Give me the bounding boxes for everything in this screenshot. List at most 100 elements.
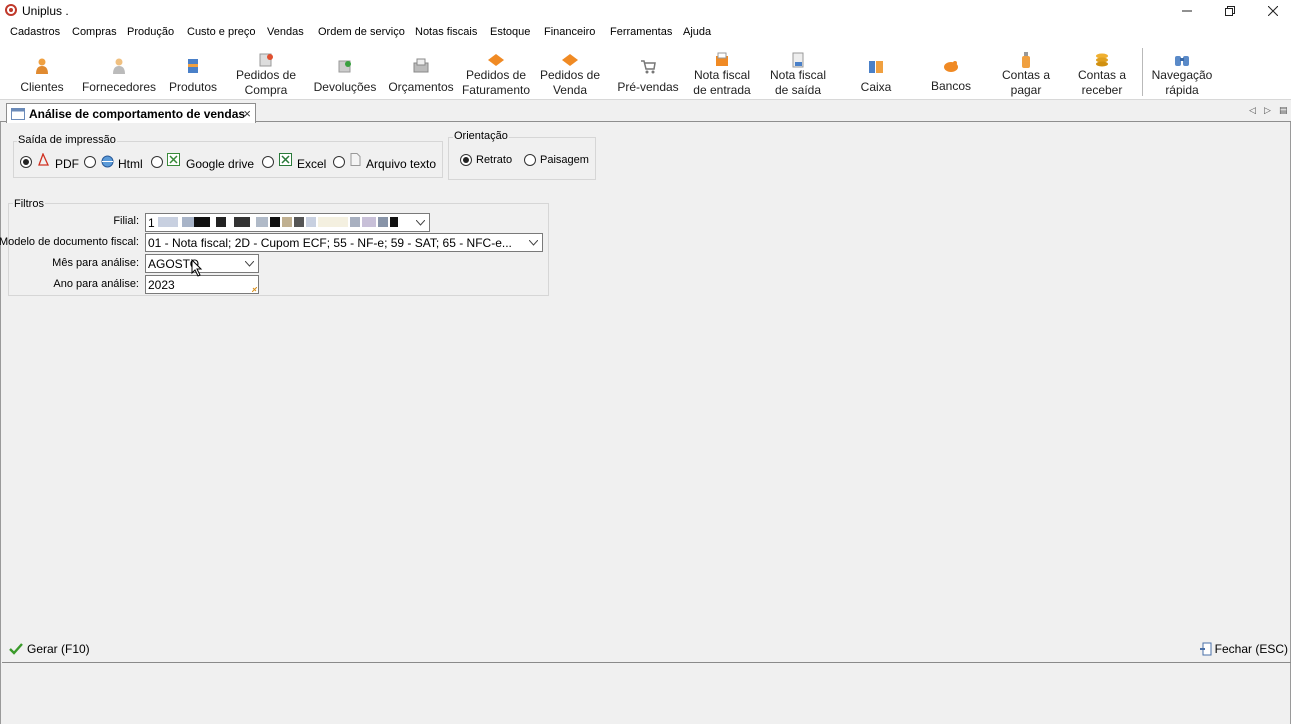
supplier-icon — [113, 58, 125, 74]
radio-paisagem[interactable] — [524, 154, 536, 166]
tab-label: Análise de comportamento de vendas — [29, 106, 246, 121]
menu-ferramentas[interactable]: Ferramentas — [610, 26, 672, 38]
modelo-documento-select[interactable]: 01 - Nota fiscal; 2D - Cupom ECF; 55 - N… — [145, 233, 543, 252]
redacted-block — [216, 217, 226, 227]
orientation-title: Orientação — [453, 130, 509, 142]
menu-custo-preco[interactable]: Custo e preço — [187, 26, 255, 38]
invoice-in-icon — [716, 52, 728, 66]
close-window-button[interactable] — [1261, 0, 1285, 22]
tool-pedidos-compra[interactable]: Pedidos de Compra — [230, 46, 302, 98]
radio-arquivo-texto[interactable] — [333, 156, 345, 168]
quote-icon — [413, 58, 429, 73]
menu-ordem-servico[interactable]: Ordem de serviço — [318, 26, 405, 38]
tool-nota-fiscal-entrada[interactable]: Nota fiscal de entrada — [688, 46, 756, 98]
tool-caixa[interactable]: Caixa — [846, 52, 906, 95]
tab-scroll-left-icon[interactable]: ◁ — [1249, 105, 1256, 116]
menu-financeiro[interactable]: Financeiro — [544, 26, 595, 38]
toolbar: Clientes Fornecedores Produtos Pedidos d… — [0, 42, 1291, 100]
radio-excel[interactable] — [262, 156, 274, 168]
chevron-down-icon[interactable] — [524, 234, 542, 251]
radio-html[interactable] — [84, 156, 96, 168]
tab-analise-comportamento[interactable]: Análise de comportamento de vendas × — [6, 103, 256, 123]
menu-vendas[interactable]: Vendas — [267, 26, 304, 38]
redacted-block — [318, 217, 348, 227]
bottle-icon — [1022, 52, 1030, 68]
print-output-title: Saída de impressão — [17, 134, 117, 146]
filial-select[interactable]: 1 — [145, 213, 430, 232]
binoculars-icon — [1175, 56, 1189, 66]
sales-order-icon — [562, 54, 578, 66]
radio-arquivo-texto-label: Arquivo texto — [366, 157, 437, 171]
menu-estoque[interactable]: Estoque — [490, 26, 530, 38]
tool-navegacao-rapida[interactable]: Navegação rápida — [1146, 46, 1218, 98]
redacted-block — [182, 217, 194, 227]
tool-orcamentos[interactable]: Orçamentos — [384, 52, 458, 95]
tool-pedidos-venda[interactable]: Pedidos de Venda — [536, 46, 604, 98]
text-file-icon — [350, 153, 361, 166]
redacted-block — [194, 217, 210, 227]
generate-button[interactable]: Gerar (F10) — [9, 642, 90, 656]
radio-pdf[interactable] — [20, 156, 32, 168]
menu-compras[interactable]: Compras — [72, 26, 117, 38]
tool-pre-vendas[interactable]: Pré-vendas — [612, 52, 684, 95]
tab-scroll-right-icon[interactable]: ▷ — [1264, 105, 1271, 116]
radio-retrato-label: Retrato — [476, 154, 513, 166]
filters-title: Filtros — [13, 198, 45, 210]
mes-label: Mês para análise: — [52, 257, 139, 269]
radio-google-drive[interactable] — [151, 156, 163, 168]
menu-ajuda[interactable]: Ajuda — [683, 26, 711, 38]
filial-value: 1 — [148, 216, 155, 230]
modelo-label: Modelo de documento fiscal: — [0, 236, 139, 248]
radio-html-label: Html — [118, 157, 143, 171]
filial-label: Filial: — [113, 215, 139, 227]
return-icon — [338, 60, 351, 73]
report-icon — [11, 107, 25, 120]
bank-icon — [944, 61, 958, 72]
bottom-divider — [2, 662, 1291, 663]
exit-door-icon — [1199, 642, 1212, 656]
pdf-icon — [38, 153, 50, 166]
tab-bar: Análise de comportamento de vendas × — [0, 102, 1291, 123]
tool-produtos[interactable]: Produtos — [164, 52, 222, 95]
close-button[interactable]: Fechar (ESC) — [1199, 642, 1288, 656]
tool-contas-pagar[interactable]: Contas a pagar — [994, 46, 1058, 98]
cashier-icon — [869, 61, 883, 73]
radio-retrato[interactable] — [460, 154, 472, 166]
title-bar: Uniplus . — [0, 0, 1291, 22]
mouse-cursor-icon — [191, 259, 203, 277]
minimize-icon — [1182, 10, 1192, 12]
tool-clientes[interactable]: Clientes — [12, 52, 72, 95]
purchase-order-icon — [259, 53, 273, 67]
restore-icon — [1225, 6, 1235, 16]
close-icon — [1268, 6, 1278, 16]
tab-list-icon[interactable]: ▤ — [1279, 105, 1288, 116]
tool-contas-receber[interactable]: Contas a receber — [1070, 46, 1134, 98]
chevron-down-icon[interactable] — [411, 214, 429, 231]
content-area: Saída de impressão PDF Html Google drive… — [0, 122, 1291, 724]
ano-label: Ano para análise: — [53, 278, 139, 290]
tab-close-icon[interactable]: × — [243, 106, 251, 121]
tool-bancos[interactable]: Bancos — [920, 52, 982, 94]
restore-button[interactable] — [1218, 0, 1242, 22]
checkmark-icon — [9, 643, 23, 655]
redacted-block — [306, 217, 316, 227]
ano-input[interactable]: 2023 — [145, 275, 259, 294]
menu-cadastros[interactable]: Cadastros — [10, 26, 60, 38]
menu-producao[interactable]: Produção — [127, 26, 174, 38]
menu-bar: Cadastros Compras Produção Custo e preço… — [0, 22, 1291, 42]
box-icon — [188, 59, 198, 73]
redacted-block — [362, 217, 376, 227]
globe-icon — [101, 155, 114, 168]
tool-fornecedores[interactable]: Fornecedores — [78, 52, 160, 95]
chevron-down-icon[interactable] — [240, 255, 258, 272]
redacted-block — [390, 217, 398, 227]
radio-pdf-label: PDF — [55, 157, 79, 171]
menu-notas-fiscais[interactable]: Notas fiscais — [415, 26, 477, 38]
window-title: Uniplus . — [22, 4, 69, 18]
tool-pedidos-faturamento[interactable]: Pedidos de Faturamento — [458, 46, 534, 98]
tool-devolucoes[interactable]: Devoluções — [310, 52, 380, 95]
tool-nota-fiscal-saida[interactable]: Nota fiscal de saída — [764, 46, 832, 98]
close-label: Fechar (ESC) — [1214, 642, 1288, 656]
minimize-button[interactable] — [1175, 0, 1199, 22]
redacted-block — [294, 217, 304, 227]
